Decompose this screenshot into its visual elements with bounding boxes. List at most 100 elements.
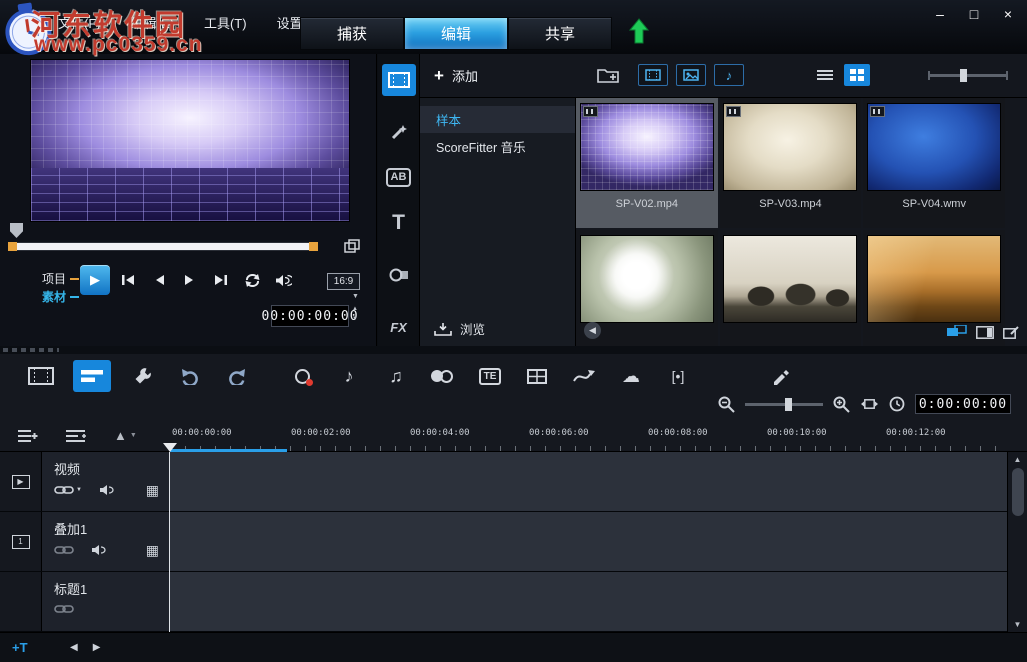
media-card[interactable]: SP-V03.mp4 — [720, 98, 862, 228]
video-track-content[interactable] — [170, 452, 1027, 511]
timeline-ruler[interactable]: 00:00:00:00 00:00:02:00 00:00:04:00 00:0… — [170, 422, 1005, 452]
go-start-button[interactable] — [118, 270, 138, 290]
undo-button[interactable] — [175, 360, 205, 392]
record-capture-button[interactable] — [287, 360, 317, 392]
filter-video-button[interactable] — [638, 64, 668, 86]
track-grid-toggle[interactable]: ▦ — [146, 482, 159, 499]
multicam-editor-button[interactable] — [522, 360, 552, 392]
grid-view-button[interactable] — [844, 64, 870, 86]
painting-creator-button[interactable] — [766, 360, 796, 392]
scroll-left-button[interactable]: ◀ — [584, 322, 601, 339]
stepper-up-icon[interactable]: ▲ — [352, 305, 358, 314]
minimize-button[interactable]: – — [931, 6, 949, 22]
zoom-in-button[interactable] — [833, 396, 850, 413]
clip-mode-toggle[interactable]: 素材 — [42, 288, 79, 305]
filter-category-button[interactable]: FX — [382, 311, 416, 343]
playhead-handle[interactable] — [163, 443, 177, 452]
scroll-down-button[interactable]: ▼ — [1008, 620, 1027, 629]
media-card[interactable] — [720, 230, 862, 346]
link-toggle[interactable] — [54, 604, 74, 614]
tab-capture[interactable]: 捕获 — [300, 17, 404, 50]
transitions-category-button[interactable]: AB — [386, 168, 412, 187]
ruler-clock-button[interactable] — [889, 396, 905, 412]
import-folder-button[interactable] — [597, 66, 619, 83]
auto-music-button[interactable]: ♫ — [381, 360, 411, 392]
track-manager-button[interactable] — [18, 429, 38, 443]
browse-button[interactable]: 浏览 — [434, 319, 485, 338]
enlarge-preview-icon[interactable] — [344, 239, 360, 253]
add-button[interactable]: + 添加 — [434, 66, 478, 85]
aspect-caret-icon[interactable]: ▼ — [352, 293, 359, 300]
overlay-track-content[interactable] — [170, 512, 1027, 571]
filter-photo-button[interactable] — [676, 64, 706, 86]
prev-frame-button[interactable] — [149, 270, 169, 290]
scroll-right-arrow[interactable]: ▶ — [93, 642, 101, 653]
aspect-ratio-select[interactable]: 16:9 — [327, 273, 360, 290]
preview-timecode[interactable]: 00:00:00:00 — [271, 305, 349, 327]
trim-marker[interactable] — [10, 223, 23, 238]
edit-panel-button[interactable] — [1003, 326, 1019, 339]
timeline-zoom-slider[interactable] — [745, 403, 823, 406]
overlay-track-gutter[interactable]: 1 — [0, 512, 42, 571]
redo-button[interactable] — [222, 360, 252, 392]
track-grid-toggle[interactable]: ▦ — [146, 542, 159, 559]
dual-display-button[interactable] — [947, 325, 967, 339]
zoom-out-button[interactable] — [718, 396, 735, 413]
loop-button[interactable] — [242, 270, 262, 290]
title-track-gutter[interactable] — [0, 572, 42, 631]
mute-toggle[interactable] — [99, 484, 114, 496]
thumbnail-zoom-slider[interactable] — [928, 74, 1008, 77]
menu-tools[interactable]: 工具(T) — [204, 13, 247, 32]
list-view-button[interactable] — [812, 64, 838, 86]
track-scrollbar[interactable]: ▲ ▼ — [1007, 452, 1027, 632]
stepper-down-icon[interactable]: ▼ — [352, 315, 358, 324]
filter-audio-button[interactable]: ♪ — [714, 64, 744, 86]
media-card[interactable]: SP-V02.mp4 — [576, 98, 718, 228]
preview-video[interactable] — [30, 59, 350, 222]
menu-edit[interactable]: 编辑(E) — [131, 13, 174, 32]
timeline-zoom-handle[interactable] — [785, 398, 792, 411]
motion-tracking-button[interactable] — [569, 360, 599, 392]
zoom-slider-handle[interactable] — [960, 69, 967, 82]
title-track-header[interactable]: 标题1 — [42, 572, 170, 631]
ripple-edit-button[interactable]: ▲ ▼ — [114, 428, 137, 443]
scroll-left-arrow[interactable]: ◀ — [70, 642, 78, 653]
graphics-category-button[interactable] — [382, 259, 416, 291]
tab-share[interactable]: 共享 — [508, 17, 612, 50]
volume-button[interactable] — [273, 270, 293, 290]
menu-file[interactable]: 文件(F) — [58, 13, 101, 32]
media-card[interactable]: SP-V04.wmv — [863, 98, 1005, 228]
insert-track-button[interactable] — [66, 429, 86, 443]
mask-creator-button[interactable] — [428, 360, 458, 392]
panel-toggle-button[interactable] — [976, 326, 994, 339]
video-track-header[interactable]: 视频 ▼ ▦ — [42, 452, 170, 511]
title-category-button[interactable]: T — [382, 207, 416, 239]
update-arrow-icon[interactable] — [629, 18, 649, 44]
panel-splitter[interactable] — [0, 346, 1027, 354]
link-toggle[interactable] — [54, 545, 74, 555]
overlay-track-header[interactable]: 叠加1 ▦ — [42, 512, 170, 571]
storyboard-view-button[interactable] — [26, 360, 56, 392]
next-frame-button[interactable] — [180, 270, 200, 290]
title-track-content[interactable] — [170, 572, 1027, 631]
timeline-view-button[interactable] — [73, 360, 111, 392]
project-mode-toggle[interactable]: 项目 — [42, 270, 79, 287]
scroll-up-button[interactable]: ▲ — [1008, 455, 1027, 464]
scrollbar-thumb[interactable] — [1012, 468, 1024, 516]
gallery-item-scorefitter[interactable]: ScoreFitter 音乐 — [420, 133, 575, 160]
mute-toggle[interactable] — [91, 544, 106, 556]
scrub-bar[interactable] — [8, 242, 318, 251]
instant-project-button[interactable] — [382, 116, 416, 148]
swap-track-button[interactable]: +T — [12, 640, 28, 655]
link-toggle[interactable]: ▼ — [54, 485, 82, 495]
video-track-gutter[interactable]: ▶ — [0, 452, 42, 511]
tools-button[interactable] — [128, 360, 158, 392]
sound-mixer-button[interactable]: ♪ — [334, 360, 364, 392]
maximize-button[interactable]: □ — [965, 6, 983, 22]
play-button[interactable]: ▶ — [80, 265, 110, 295]
gallery-item-samples[interactable]: 样本 — [420, 106, 575, 133]
subtitle-editor-button[interactable]: TE — [475, 360, 505, 392]
cloud-button[interactable]: ☁ — [616, 360, 646, 392]
timecode-stepper[interactable]: ▲ ▼ — [352, 305, 358, 324]
close-button[interactable]: × — [999, 6, 1017, 22]
